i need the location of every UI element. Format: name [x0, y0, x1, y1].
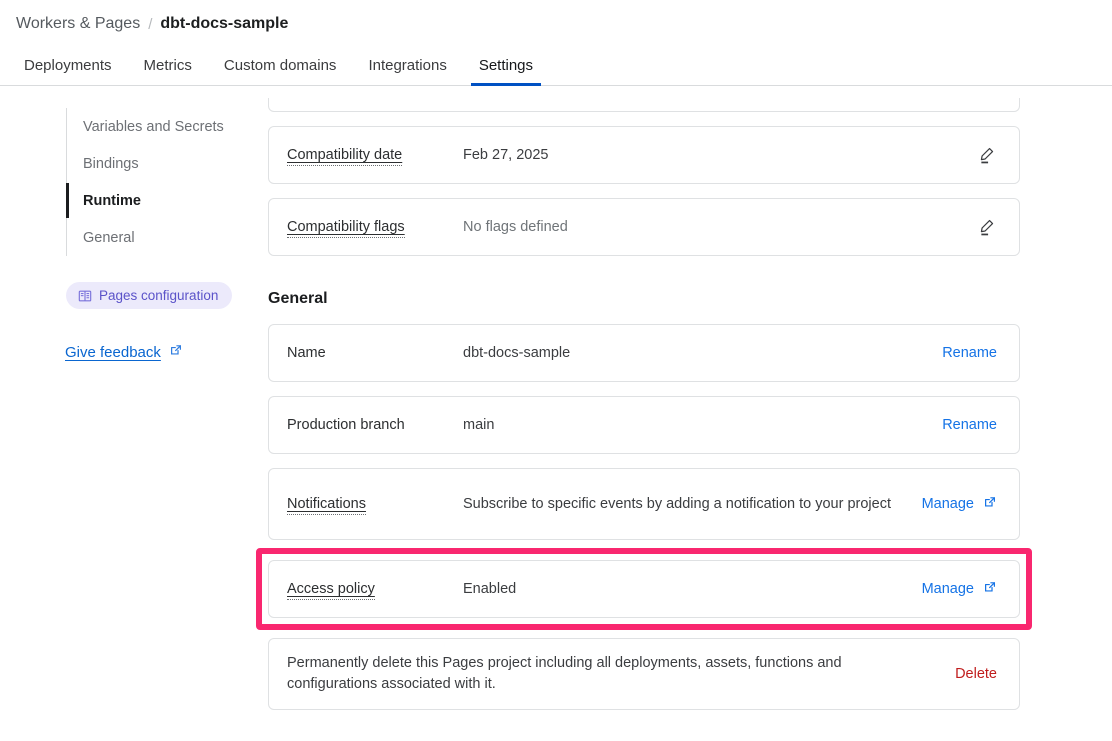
- external-link-icon: [169, 343, 183, 361]
- manage-notifications-button[interactable]: Manage: [922, 496, 974, 512]
- compatibility-date-value: Feb 27, 2025: [463, 146, 549, 163]
- settings-sidebar: Variables and Secrets Bindings Runtime G…: [0, 98, 268, 741]
- delete-button[interactable]: Delete: [955, 666, 997, 682]
- pages-configuration-label: Pages configuration: [99, 288, 219, 303]
- pages-configuration-badge[interactable]: Pages configuration: [66, 282, 233, 309]
- compatibility-date-row: Compatibility date Feb 27, 2025: [268, 126, 1020, 184]
- pencil-icon[interactable]: [977, 145, 997, 165]
- external-link-icon[interactable]: [983, 580, 997, 598]
- tab-metrics[interactable]: Metrics: [128, 58, 208, 85]
- tab-integrations[interactable]: Integrations: [352, 58, 462, 85]
- tab-settings[interactable]: Settings: [463, 58, 549, 86]
- sidebar-item-general[interactable]: General: [67, 219, 268, 256]
- partial-card-above: [268, 98, 1020, 112]
- delete-project-actions: Delete: [955, 666, 997, 682]
- manage-access-policy-button[interactable]: Manage: [922, 581, 974, 597]
- compatibility-flags-row: Compatibility flags No flags defined: [268, 198, 1020, 256]
- external-link-icon[interactable]: [983, 495, 997, 513]
- access-policy-label: Access policy: [287, 581, 463, 600]
- name-value: dbt-docs-sample: [463, 344, 571, 361]
- access-policy-highlight: Access policy Enabled Manage: [256, 548, 1032, 630]
- tab-deployments[interactable]: Deployments: [8, 58, 128, 85]
- rename-name-button[interactable]: Rename: [942, 345, 997, 361]
- sidebar-item-label: Variables and Secrets: [83, 118, 224, 135]
- production-branch-value: main: [463, 416, 495, 433]
- sidebar-item-label: General: [83, 229, 135, 246]
- name-row: Name dbt-docs-sample Rename: [268, 324, 1020, 382]
- notifications-row: Notifications Subscribe to specific even…: [268, 468, 1020, 540]
- book-icon: [78, 289, 92, 303]
- production-branch-actions: Rename: [942, 417, 997, 433]
- access-policy-actions: Manage: [922, 580, 997, 598]
- notifications-actions: Manage: [922, 495, 997, 513]
- delete-project-description: Permanently delete this Pages project in…: [287, 655, 842, 692]
- notifications-label: Notifications: [287, 496, 463, 515]
- sidebar-item-label: Runtime: [83, 192, 141, 209]
- name-actions: Rename: [942, 345, 997, 361]
- general-section-title: General: [268, 290, 328, 307]
- tab-bar: Deployments Metrics Custom domains Integ…: [0, 36, 1112, 86]
- give-feedback-link[interactable]: Give feedback: [65, 343, 183, 361]
- delete-project-row: Permanently delete this Pages project in…: [268, 638, 1020, 710]
- sidebar-item-variables-and-secrets[interactable]: Variables and Secrets: [67, 108, 268, 145]
- compatibility-date-label: Compatibility date: [287, 147, 463, 166]
- name-label: Name: [287, 345, 326, 361]
- notifications-value: Subscribe to specific events by adding a…: [463, 495, 891, 512]
- tab-custom-domains[interactable]: Custom domains: [208, 58, 353, 85]
- sidebar-nav: Variables and Secrets Bindings Runtime G…: [65, 108, 268, 256]
- compatibility-flags-value: No flags defined: [463, 218, 568, 235]
- settings-main: Compatibility date Feb 27, 2025 Compatib…: [256, 98, 1112, 741]
- access-policy-value: Enabled: [463, 580, 517, 597]
- production-branch-label: Production branch: [287, 417, 405, 433]
- compatibility-flags-actions: [977, 217, 997, 237]
- sidebar-item-label: Bindings: [83, 155, 139, 172]
- give-feedback-label: Give feedback: [65, 343, 161, 361]
- breadcrumb-root[interactable]: Workers & Pages: [16, 15, 140, 33]
- access-policy-row: Access policy Enabled Manage: [268, 560, 1020, 618]
- compatibility-date-actions: [977, 145, 997, 165]
- production-branch-row: Production branch main Rename: [268, 396, 1020, 454]
- sidebar-item-bindings[interactable]: Bindings: [67, 145, 268, 182]
- compatibility-flags-label: Compatibility flags: [287, 219, 463, 238]
- sidebar-item-runtime[interactable]: Runtime: [65, 182, 268, 219]
- breadcrumb-separator: /: [148, 15, 153, 33]
- pencil-icon[interactable]: [977, 217, 997, 237]
- breadcrumb: Workers & Pages / dbt-docs-sample: [0, 0, 1112, 36]
- breadcrumb-current: dbt-docs-sample: [160, 15, 289, 32]
- rename-production-branch-button[interactable]: Rename: [942, 417, 997, 433]
